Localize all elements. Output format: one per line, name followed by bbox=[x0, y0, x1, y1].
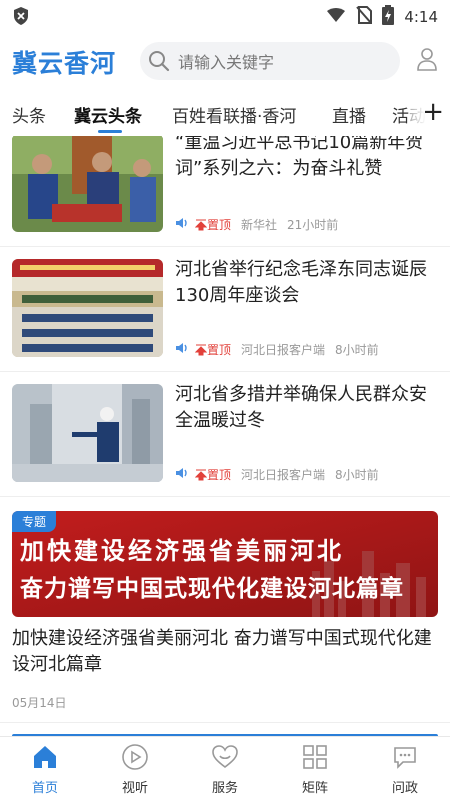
special-date: 05月14日 bbox=[12, 696, 67, 710]
pinned-label: 置顶 bbox=[207, 468, 232, 482]
speaker-icon[interactable] bbox=[175, 342, 189, 357]
banner-headline-1: 加快建设经济强省美丽河北 bbox=[20, 537, 344, 565]
nav-wenzheng-label: 问政 bbox=[391, 781, 418, 796]
divider bbox=[0, 722, 450, 723]
banner-headline-2: 奋力谱写中国式现代化建设河北篇章 bbox=[20, 576, 404, 602]
special-title[interactable]: 加快建设经济强省美丽河北 奋力谱写中国式现代化建设河北篇章 bbox=[12, 626, 438, 678]
search-placeholder: 请输入关键字 bbox=[178, 53, 275, 72]
news-meta: 置顶 河北日报客户端 8小时前 bbox=[175, 341, 379, 358]
nav-av[interactable]: 视听 bbox=[90, 737, 180, 800]
wifi-icon bbox=[326, 7, 346, 27]
chat-icon bbox=[391, 743, 419, 775]
special-badge: 专题 bbox=[12, 511, 57, 532]
news-thumbnail bbox=[12, 384, 163, 482]
shield-icon bbox=[12, 6, 30, 30]
divider bbox=[0, 496, 450, 497]
user-profile-icon[interactable] bbox=[416, 47, 438, 75]
nav-home[interactable]: 首页 bbox=[0, 737, 90, 800]
add-channel-button[interactable]: + bbox=[422, 99, 444, 125]
search-input[interactable]: 请输入关键字 bbox=[140, 42, 400, 80]
pin-arrow-icon bbox=[195, 344, 207, 355]
app-header: 冀云香河 请输入关键字 bbox=[0, 32, 450, 90]
nav-av-label: 视听 bbox=[121, 781, 148, 796]
bottom-navigation: 首页 视听 服务 矩阵 问政 bbox=[0, 736, 450, 800]
nav-matrix-label: 矩阵 bbox=[301, 781, 328, 796]
status-bar: 4:14 bbox=[0, 0, 450, 32]
news-feed: “重温习近平总书记10篇新年贺词”系列之六：为奋斗礼赞 置顶 新华社 21小时前 bbox=[0, 136, 450, 736]
news-thumbnail bbox=[12, 136, 163, 232]
news-item[interactable]: 河北省多措并举确保人民群众安全温暖过冬 置顶 河北日报客户端 8小时前 bbox=[0, 372, 450, 496]
grid-icon bbox=[301, 743, 329, 775]
pin-arrow-icon bbox=[195, 219, 207, 230]
nav-service[interactable]: 服务 bbox=[180, 737, 270, 800]
nav-wenzheng[interactable]: 问政 bbox=[360, 737, 450, 800]
speaker-icon[interactable] bbox=[175, 467, 189, 482]
pinned-label: 置顶 bbox=[207, 218, 232, 232]
tab-baixing-lianbo[interactable]: 百姓看联播·香河 bbox=[172, 102, 296, 127]
heart-icon bbox=[211, 743, 239, 775]
news-title: “重温习近平总书记10篇新年贺词”系列之六：为奋斗礼赞 bbox=[175, 136, 424, 179]
active-tab-indicator bbox=[98, 130, 122, 133]
special-banner[interactable]: 专题 加快建设经济强省美丽河北 奋力谱写中国式现代化建设河北篇章 bbox=[12, 511, 438, 617]
clock-time: 4:14 bbox=[404, 8, 438, 26]
battery-icon bbox=[382, 5, 395, 29]
news-meta: 置顶 新华社 21小时前 bbox=[175, 216, 338, 233]
news-time: 21小时前 bbox=[287, 218, 339, 232]
no-sim-icon bbox=[356, 6, 373, 28]
pinned-badge: 置顶 bbox=[195, 341, 231, 358]
news-meta: 置顶 河北日报客户端 8小时前 bbox=[175, 466, 379, 483]
channel-tabs: 头条 冀云头条 百姓看联播·香河 直播 活动 + bbox=[0, 90, 450, 136]
tab-live[interactable]: 直播 bbox=[332, 102, 366, 127]
news-source: 河北日报客户端 bbox=[241, 468, 326, 482]
nav-matrix[interactable]: 矩阵 bbox=[270, 737, 360, 800]
pin-arrow-icon bbox=[195, 469, 207, 480]
speaker-icon[interactable] bbox=[175, 217, 189, 232]
news-title: 河北省举行纪念毛泽东同志诞辰130周年座谈会 bbox=[175, 259, 427, 306]
pinned-label: 置顶 bbox=[207, 343, 232, 357]
home-icon bbox=[31, 743, 59, 775]
tab-jiyun-toutiao[interactable]: 冀云头条 bbox=[74, 102, 142, 127]
news-time: 8小时前 bbox=[335, 343, 379, 357]
app-logo-title[interactable]: 冀云香河 bbox=[12, 44, 116, 80]
tab-toutiao[interactable]: 头条 bbox=[12, 102, 46, 127]
news-item[interactable]: “重温习近平总书记10篇新年贺词”系列之六：为奋斗礼赞 置顶 新华社 21小时前 bbox=[0, 136, 450, 246]
nav-service-label: 服务 bbox=[211, 781, 238, 796]
pinned-badge: 置顶 bbox=[195, 466, 231, 483]
news-source: 河北日报客户端 bbox=[241, 343, 326, 357]
news-source: 新华社 bbox=[241, 218, 278, 232]
nav-home-label: 首页 bbox=[31, 781, 58, 796]
search-icon bbox=[148, 50, 170, 72]
news-thumbnail bbox=[12, 259, 163, 357]
news-time: 8小时前 bbox=[335, 468, 379, 482]
play-icon bbox=[121, 743, 149, 775]
pinned-badge: 置顶 bbox=[195, 216, 231, 233]
news-item[interactable]: 河北省举行纪念毛泽东同志诞辰130周年座谈会 置顶 河北日报客户端 8小时前 bbox=[0, 247, 450, 371]
news-title: 河北省多措并举确保人民群众安全温暖过冬 bbox=[175, 384, 427, 431]
